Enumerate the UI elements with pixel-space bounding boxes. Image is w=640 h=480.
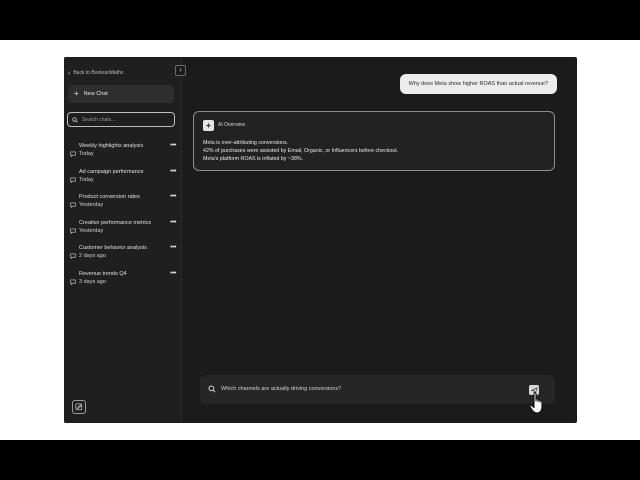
message-icon — [70, 253, 76, 260]
chat-timestamp: Today — [79, 151, 94, 157]
chat-history-item[interactable]: Revenue trends Q4 3 days ago ••• — [70, 270, 176, 296]
chat-history-item[interactable]: Weekly highlights analysis Today ••• — [70, 142, 176, 168]
message-icon — [70, 279, 76, 286]
plus-icon: + — [74, 89, 79, 98]
sparkle-icon — [205, 122, 212, 129]
new-chat-button[interactable]: + New Chat — [68, 85, 174, 103]
chat-title: Ad campaign performance — [79, 168, 144, 175]
chat-title: Product conversion rates — [79, 194, 140, 201]
message-input[interactable] — [221, 375, 521, 404]
more-options-icon[interactable]: ••• — [170, 142, 176, 150]
more-options-icon[interactable]: ••• — [170, 244, 176, 252]
new-chat-label: New Chat — [83, 91, 108, 97]
search-chats-placeholder: Search chats... — [82, 116, 116, 123]
ai-overview-card: AI Overview Meta is over-attributing con… — [193, 111, 555, 171]
message-icon — [70, 151, 76, 158]
message-icon — [70, 202, 76, 209]
chat-timestamp: Today — [79, 176, 94, 183]
message-icon — [70, 177, 76, 183]
more-options-icon[interactable]: ••• — [170, 193, 176, 201]
message-icon — [70, 228, 76, 234]
edit-icon — [75, 403, 83, 411]
chat-timestamp: 2 days ago — [79, 253, 106, 260]
more-options-icon[interactable]: ••• — [170, 219, 176, 227]
edit-note-button[interactable] — [72, 400, 86, 414]
chat-history-list: Weekly highlights analysis Today ••• Ad … — [70, 142, 176, 296]
conversation-panel: Why does Meta show higher ROAS than actu… — [182, 57, 577, 423]
ai-overview-label: AI Overview — [218, 122, 245, 128]
chat-timestamp: 3 days ago — [79, 278, 106, 285]
letterbox-bottom — [0, 440, 640, 480]
ai-badge — [203, 120, 214, 131]
search-icon — [208, 385, 216, 393]
chat-timestamp: Yesterday — [79, 227, 104, 234]
ai-response-line: Meta's platform ROAS is inflated by ~38%… — [203, 156, 304, 162]
chat-history-item[interactable]: Customer behavior analysis 2 days ago ••… — [70, 244, 176, 270]
sidebar: ‹ Back to BooleanMaths ‹ + New Chat Sear… — [64, 57, 186, 423]
letterbox-top — [0, 0, 640, 40]
search-icon — [72, 116, 78, 123]
ai-response-text: Meta is over-attributing conversions. 42… — [203, 139, 398, 163]
ai-response-line: 42% of purchases were assisted by Email,… — [203, 148, 399, 154]
more-options-icon[interactable]: ••• — [170, 270, 176, 278]
chat-history-item[interactable]: Creative performance metrics Yesterday •… — [70, 219, 176, 245]
chat-history-item[interactable]: Ad campaign performance Today ••• — [70, 168, 176, 194]
chat-title: Revenue trends Q4 — [79, 270, 127, 277]
chat-app-window: ‹ Back to BooleanMaths ‹ + New Chat Sear… — [64, 57, 577, 423]
user-message-bubble: Why does Meta show higher ROAS than actu… — [399, 74, 557, 94]
more-options-icon[interactable]: ••• — [170, 168, 176, 176]
chat-title: Weekly highlights analysis — [79, 143, 144, 149]
ai-response-line: Meta is over-attributing conversions. — [203, 140, 289, 146]
chat-history-item[interactable]: Product conversion rates Yesterday ••• — [70, 193, 176, 219]
chevron-left-icon: ‹ — [68, 69, 71, 77]
chat-title: Customer behavior analysis — [79, 245, 147, 252]
back-link[interactable]: ‹ Back to BooleanMaths — [68, 68, 123, 78]
back-link-label: Back to BooleanMaths — [73, 70, 124, 76]
search-chats-field[interactable]: Search chats... — [67, 112, 175, 127]
chat-title: Creative performance metrics — [79, 219, 152, 226]
hand-cursor-icon — [529, 392, 543, 414]
message-composer — [200, 375, 555, 404]
chat-timestamp: Yesterday — [79, 202, 104, 209]
